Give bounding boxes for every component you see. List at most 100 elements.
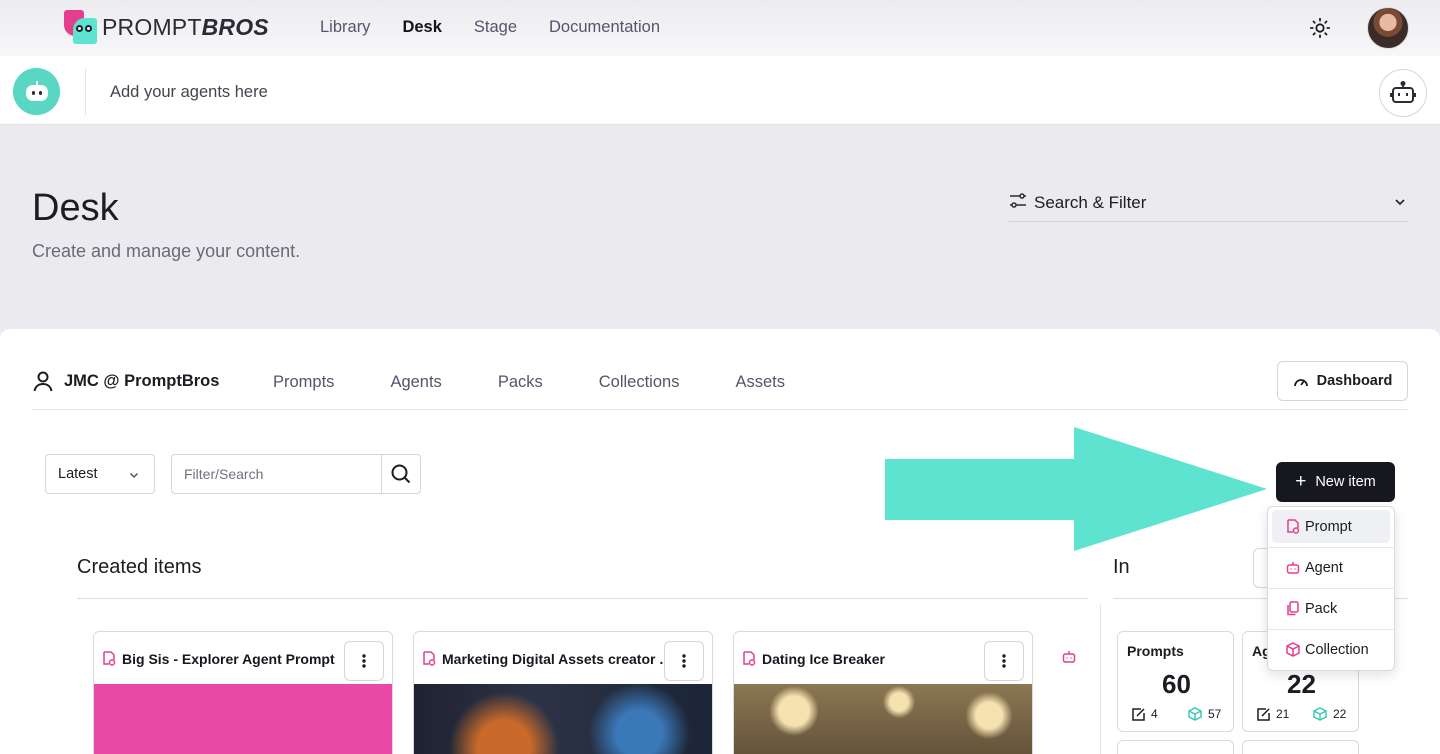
- nav-link-desk[interactable]: Desk: [402, 18, 441, 37]
- plus-icon: +: [1295, 471, 1307, 492]
- item-card-title[interactable]: Dating Ice Breaker: [762, 651, 885, 667]
- menu-item-prompt[interactable]: Prompt: [1272, 510, 1390, 543]
- search-input[interactable]: [172, 455, 382, 493]
- search-box: [171, 454, 421, 494]
- menu-divider: [1268, 588, 1394, 589]
- tab-packs[interactable]: Packs: [498, 373, 543, 392]
- stat-created-value: 4: [1151, 707, 1158, 721]
- page-header: Desk Create and manage your content. Sea…: [0, 125, 1440, 340]
- prompt-icon: [423, 651, 436, 666]
- stat-card[interactable]: [1117, 740, 1234, 754]
- main-nav: Library Desk Stage Documentation: [320, 18, 692, 37]
- cube-icon: [1313, 707, 1327, 721]
- tab-prompts[interactable]: Prompts: [273, 373, 334, 392]
- menu-item-collection[interactable]: Collection: [1272, 633, 1390, 666]
- agent-launcher-button[interactable]: [1379, 69, 1427, 117]
- item-card-title[interactable]: Marketing Digital Assets creator Assista…: [442, 651, 676, 667]
- desk-content: JMC @ PromptBros Prompts Agents Packs Co…: [0, 329, 1440, 754]
- nav-link-stage[interactable]: Stage: [474, 18, 517, 37]
- agent-bar: Add your agents here: [0, 56, 1440, 125]
- edit-note-icon: [1257, 707, 1270, 721]
- owner-tabs-row: JMC @ PromptBros Prompts Agents Packs Co…: [32, 361, 1408, 410]
- tab-assets[interactable]: Assets: [735, 373, 785, 392]
- edit-note-icon: [1132, 707, 1145, 721]
- stat-installed-value: 57: [1208, 707, 1222, 721]
- sort-select[interactable]: Latest: [45, 454, 155, 494]
- stat-installed-count: 22: [1313, 707, 1346, 721]
- stat-created-value: 21: [1276, 707, 1290, 721]
- app-root: PROMPTBROS Library Desk Stage Documentat…: [0, 0, 1440, 754]
- gauge-icon: [1293, 379, 1308, 387]
- stat-installed-count: 57: [1188, 707, 1221, 721]
- kebab-menu-icon: [362, 654, 366, 668]
- stat-value: 60: [1162, 669, 1191, 699]
- item-card-menu-button[interactable]: [344, 641, 384, 681]
- prompt-icon: [103, 651, 116, 666]
- item-card-image: [414, 684, 712, 754]
- menu-divider: [1268, 629, 1394, 630]
- pack-icon: [1287, 601, 1299, 616]
- menu-divider: [1268, 547, 1394, 548]
- user-icon: [33, 371, 53, 392]
- theme-toggle-sun-icon[interactable]: [1309, 17, 1331, 39]
- search-icon: [391, 464, 411, 484]
- item-card[interactable]: Marketing Digital Assets creator Assista…: [413, 631, 713, 754]
- menu-item-label: Collection: [1305, 641, 1369, 658]
- robot-icon: [1390, 81, 1416, 103]
- logo-mark-icon: [64, 10, 98, 44]
- agent-bot-avatar[interactable]: [13, 68, 60, 115]
- item-card-image: [734, 684, 1032, 754]
- menu-item-pack[interactable]: Pack: [1272, 592, 1390, 625]
- dashboard-button[interactable]: Dashboard: [1277, 361, 1408, 401]
- search-button[interactable]: [381, 455, 420, 493]
- item-card[interactable]: Big Sis - Explorer Agent Prompt: [93, 631, 393, 754]
- stat-label: Prompts: [1127, 643, 1184, 659]
- stat-created-count: 21: [1257, 707, 1289, 721]
- chevron-down-icon: [129, 472, 139, 479]
- new-item-button[interactable]: + New item: [1276, 462, 1395, 502]
- item-card-menu-button[interactable]: [664, 641, 704, 681]
- collection-cube-icon: [1286, 642, 1300, 657]
- top-navbar: PROMPTBROS Library Desk Stage Documentat…: [0, 0, 1440, 56]
- page-subtitle: Create and manage your content.: [32, 241, 301, 261]
- user-avatar[interactable]: [1367, 7, 1409, 49]
- item-card-image: [94, 684, 392, 754]
- chevron-down-icon: [1395, 199, 1405, 206]
- stat-card[interactable]: [1242, 740, 1359, 754]
- item-card[interactable]: Dating Ice Breaker: [733, 631, 1033, 754]
- stat-card-prompts[interactable]: Prompts 60 4 57: [1117, 631, 1234, 732]
- dashboard-label: Dashboard: [1316, 373, 1393, 389]
- brand-name-light: PROMPT: [102, 14, 202, 40]
- stat-created-count: 4: [1132, 707, 1158, 721]
- prompt-icon: [1287, 519, 1300, 534]
- stat-installed-value: 22: [1333, 707, 1347, 721]
- brand-name-bold: BROS: [201, 14, 269, 40]
- item-card-menu-button[interactable]: [984, 641, 1024, 681]
- stat-value: 22: [1287, 669, 1316, 699]
- brand-logo[interactable]: PROMPTBROS: [64, 10, 269, 44]
- kebab-menu-icon: [682, 654, 686, 668]
- menu-item-agent[interactable]: Agent: [1272, 551, 1390, 584]
- agent-icon: [1286, 561, 1300, 574]
- agent-bar-placeholder[interactable]: Add your agents here: [110, 83, 268, 102]
- nav-link-library[interactable]: Library: [320, 18, 370, 37]
- kebab-menu-icon: [1002, 654, 1006, 668]
- content-tabs: Prompts Agents Packs Collections Assets: [273, 373, 841, 392]
- tab-collections[interactable]: Collections: [599, 373, 680, 392]
- agent-icon: [1062, 651, 1076, 663]
- created-items-heading: Created items: [77, 556, 202, 578]
- bot-face-icon: [25, 80, 48, 101]
- column-divider: [1100, 604, 1101, 754]
- owner-name: JMC @ PromptBros: [64, 371, 220, 390]
- brand-name: PROMPTBROS: [102, 10, 269, 44]
- owner-label: JMC @ PromptBros: [32, 370, 219, 392]
- item-card-title[interactable]: Big Sis - Explorer Agent Prompt: [122, 651, 335, 667]
- cube-icon: [1188, 707, 1202, 721]
- menu-item-label: Agent: [1305, 559, 1343, 576]
- menu-item-label: Prompt: [1305, 518, 1352, 535]
- search-filter-toggle[interactable]: Search & Filter: [1009, 187, 1408, 222]
- tab-agents[interactable]: Agents: [390, 373, 441, 392]
- nav-link-documentation[interactable]: Documentation: [549, 18, 660, 37]
- menu-item-label: Pack: [1305, 600, 1338, 617]
- page-title: Desk: [32, 187, 119, 229]
